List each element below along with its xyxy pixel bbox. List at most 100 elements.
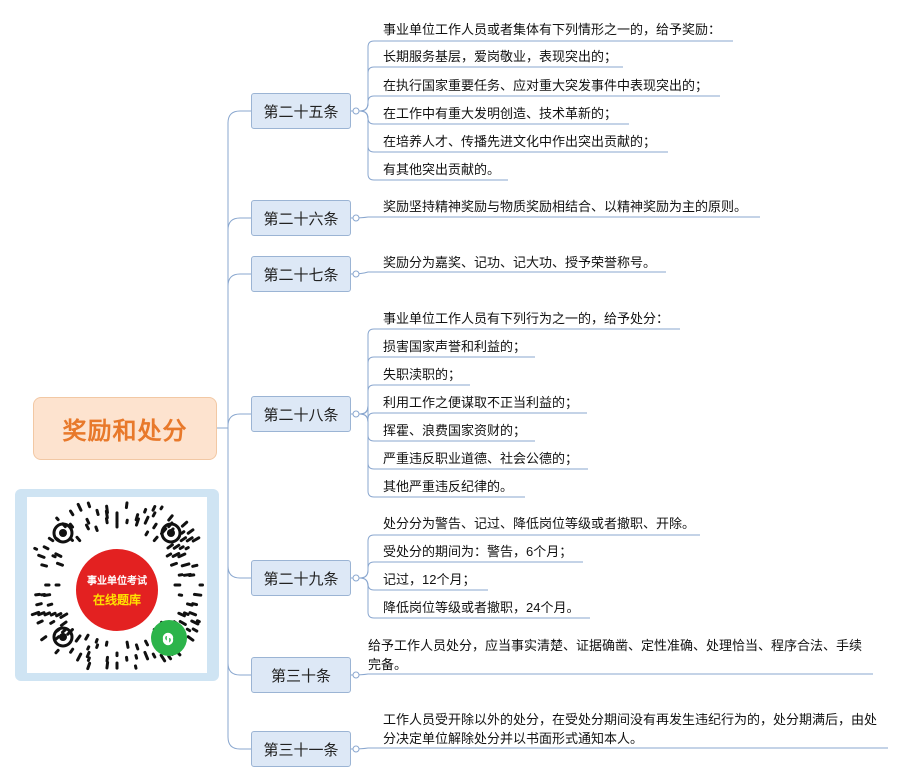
topic-article-30[interactable]: 第三十条: [251, 657, 351, 693]
qr-dot: [144, 639, 150, 647]
topic-article-27[interactable]: 第二十七条: [251, 256, 351, 292]
qr-finder-core-1: [167, 529, 175, 537]
leaf-25-2[interactable]: 长期服务基层，爱岗敬业，表现突出的；: [383, 48, 617, 66]
qr-dot: [191, 536, 201, 543]
leaf-28-7[interactable]: 其他严重违反纪律的。: [383, 478, 513, 496]
topic-connector-0: [227, 110, 251, 428]
qr-dot: [124, 501, 129, 510]
qr-dot: [143, 650, 150, 661]
collapse-toggle-3: [352, 410, 360, 418]
qr-dot: [104, 640, 109, 647]
qr-dot: [51, 554, 57, 559]
qr-dot: [86, 645, 91, 651]
qr-dot: [46, 602, 54, 607]
qr-dot: [165, 552, 173, 558]
qr-dot: [143, 507, 148, 514]
qr-dot: [95, 643, 100, 649]
qr-dot: [54, 648, 60, 655]
leaf-29-1[interactable]: 处分分为警告、记过、降低岗位等级或者撤职、开除。: [383, 515, 695, 533]
qr-dot: [134, 643, 140, 651]
qr-dot: [94, 525, 99, 532]
qr-dot: [35, 602, 43, 607]
leaf-28-4[interactable]: 利用工作之便谋取不正当利益的；: [383, 394, 578, 412]
qr-dot: [152, 522, 158, 530]
leaf-25-3[interactable]: 在执行国家重要任务、应对重大突发事件中表现突出的；: [383, 77, 708, 95]
collapse-toggle-2: [352, 270, 360, 278]
topic-connector-6: [227, 428, 251, 750]
collapse-toggle-5: [352, 671, 360, 679]
topic-connector-4: [227, 428, 251, 579]
leaf-28-3[interactable]: 失职渎职的；: [383, 366, 461, 384]
topic-article-28[interactable]: 第二十八条: [251, 396, 351, 432]
qr-dot: [69, 509, 75, 517]
mini-program-icon: [151, 620, 187, 656]
qr-dot: [179, 536, 188, 543]
badge-line2: 在线题库: [92, 593, 141, 607]
qr-dot: [40, 563, 48, 568]
qr-dot: [47, 536, 55, 543]
qr-dot: [40, 635, 48, 642]
leaf-29-3[interactable]: 记过，12个月；: [383, 571, 475, 589]
qr-dot: [180, 562, 191, 568]
root-topic[interactable]: 奖励和处分: [33, 397, 217, 460]
collapse-toggle-4: [352, 574, 360, 582]
leaf-29-4[interactable]: 降低岗位等级或者撤职，24个月。: [383, 599, 579, 617]
leaf-27-1[interactable]: 奖励分为嘉奖、记功、记大功、授予荣誉称号。: [383, 254, 656, 272]
qr-dot: [69, 647, 75, 654]
qr-finder-core-2: [59, 633, 67, 641]
leaf-28-5[interactable]: 挥霍、浪费国家资财的；: [383, 422, 526, 440]
qr-dot: [94, 638, 99, 644]
qr-dot: [180, 520, 189, 528]
leaf-connector-1-0: [350, 216, 760, 219]
qr-dot: [95, 508, 100, 516]
qr-dot: [151, 652, 157, 659]
leaf-25-4[interactable]: 在工作中有重大发明创造、技术革新的；: [383, 105, 617, 123]
qr-dot: [85, 650, 91, 659]
leaf-connector-2-0: [350, 271, 666, 275]
leaf-25-1[interactable]: 事业单位工作人员或者集体有下列情形之一的，给予奖励：: [383, 21, 721, 39]
qr-dot: [180, 530, 186, 535]
qr-dot: [186, 528, 195, 535]
qr-dot: [30, 610, 41, 617]
leaf-28-6[interactable]: 严重违反职业道德、社会公德的；: [383, 450, 578, 468]
topic-article-31[interactable]: 第三十一条: [251, 731, 351, 767]
topic-connector-5: [227, 428, 251, 676]
qr-dot: [191, 627, 199, 633]
leaf-26-1[interactable]: 奖励坚持精神奖励与物质奖励相结合、以精神奖励为主的原则。: [383, 198, 747, 216]
qr-dot: [75, 535, 82, 543]
qr-dot: [195, 619, 201, 624]
qr-dot: [182, 611, 190, 616]
qr-dot: [33, 546, 39, 551]
leaf-31-1[interactable]: 工作人员受开除以外的处分，在受处分期间没有再发生违纪行为的，处分期满后，由处分决…: [383, 710, 888, 748]
qr-dot: [191, 563, 199, 568]
qr-dot: [86, 661, 92, 671]
qr-dot: [187, 573, 196, 577]
topic-article-29[interactable]: 第二十九条: [251, 560, 351, 596]
qr-dot: [191, 602, 199, 607]
leaf-28-2[interactable]: 损害国家声誉和利益的；: [383, 338, 526, 356]
leaf-30-1[interactable]: 给予工作人员处分，应当事实清楚、证据确凿、定性准确、处理恰当、程序合法、手续完备…: [368, 636, 873, 674]
leaf-29-2[interactable]: 受处分的期间为：警告，6个月；: [383, 543, 572, 561]
qr-finder-core-0: [59, 529, 67, 537]
qr-dot: [172, 543, 181, 550]
qr-dot: [178, 545, 185, 550]
leaf-28-1[interactable]: 事业单位工作人员有下列行为之一的，给予处分：: [383, 310, 669, 328]
qr-dot: [105, 660, 110, 670]
qr-dot: [185, 627, 192, 633]
qr-dot: [61, 628, 68, 634]
leaf-connector-5-0: [350, 673, 873, 676]
topic-connector-2: [227, 273, 251, 428]
qr-dot: [76, 502, 83, 512]
topic-article-26[interactable]: 第二十六条: [251, 200, 351, 236]
leaf-25-5[interactable]: 在培养人才、传播先进文化中作出突出贡献的；: [383, 133, 656, 151]
qr-dot: [84, 523, 90, 531]
topic-article-25[interactable]: 第二十五条: [251, 93, 351, 129]
qr-dot: [104, 517, 109, 525]
leaf-25-6[interactable]: 有其他突出贡献的。: [383, 161, 500, 179]
qr-dot: [55, 516, 60, 522]
qr-dot: [74, 634, 82, 643]
qr-badge: 事业单位考试 在线题库: [73, 546, 161, 634]
qr-dot: [125, 640, 130, 649]
qr-dot: [134, 513, 140, 522]
qr-dot: [152, 535, 159, 543]
